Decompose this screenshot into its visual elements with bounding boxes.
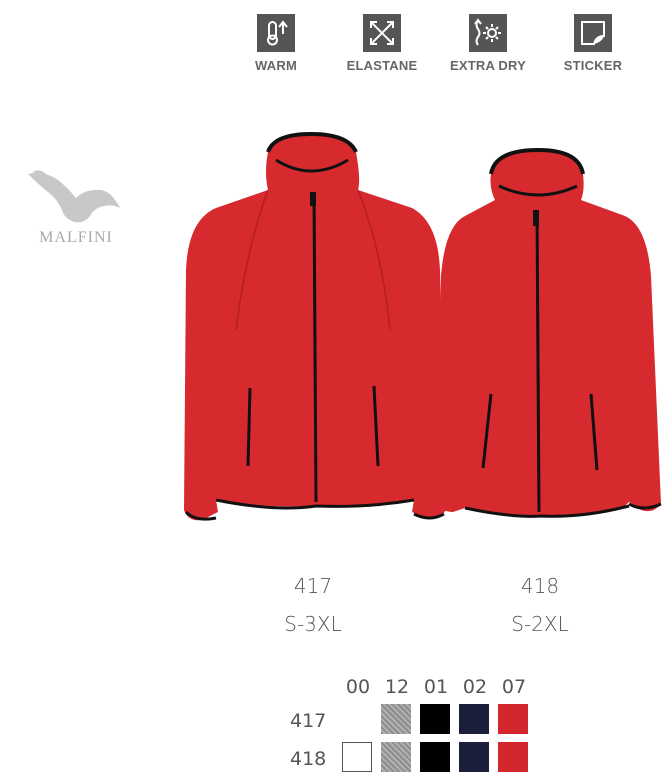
product-sizes: S-2XL bbox=[511, 612, 569, 636]
product-code: 417 bbox=[293, 574, 333, 598]
feature-elastane: ELASTANE bbox=[342, 14, 422, 73]
product-sizes: S-3XL bbox=[284, 612, 342, 636]
color-swatch-navy bbox=[459, 704, 489, 734]
sun-moisture-icon bbox=[469, 14, 507, 52]
elastane-arrows-icon bbox=[363, 14, 401, 52]
feature-label: WARM bbox=[255, 58, 297, 73]
feature-extra-dry: EXTRA DRY bbox=[448, 14, 528, 73]
feature-label: ELASTANE bbox=[346, 58, 418, 73]
sticker-icon bbox=[574, 14, 612, 52]
feature-warm: WARM bbox=[236, 14, 316, 73]
jacket-418-image bbox=[437, 147, 662, 518]
feature-label: EXTRA DRY bbox=[450, 58, 526, 73]
eagle-icon bbox=[28, 170, 120, 223]
color-swatch-grey-melange bbox=[381, 704, 411, 734]
color-swatch-grey-melange bbox=[381, 742, 411, 772]
color-swatch-red bbox=[498, 742, 528, 772]
color-row-label: 418 bbox=[290, 748, 327, 770]
color-swatch-navy bbox=[459, 742, 489, 772]
color-swatch-black bbox=[420, 704, 450, 734]
color-code-header: 01 bbox=[423, 676, 449, 698]
brand-name: MALFINI bbox=[39, 229, 113, 246]
product-code: 418 bbox=[520, 574, 560, 598]
jacket-417-image bbox=[184, 131, 446, 521]
color-code-header: 12 bbox=[384, 676, 410, 698]
color-swatch-red bbox=[498, 704, 528, 734]
brand-logo: MALFINI bbox=[24, 168, 128, 247]
color-code-header: 07 bbox=[501, 676, 527, 698]
color-code-header: 00 bbox=[345, 676, 371, 698]
feature-label: STICKER bbox=[563, 58, 623, 73]
feature-sticker: STICKER bbox=[553, 14, 633, 73]
color-swatch-black bbox=[420, 742, 450, 772]
color-code-header: 02 bbox=[462, 676, 488, 698]
color-row-label: 417 bbox=[290, 710, 327, 732]
thermometer-icon bbox=[257, 14, 295, 52]
color-swatch-white bbox=[342, 742, 372, 772]
